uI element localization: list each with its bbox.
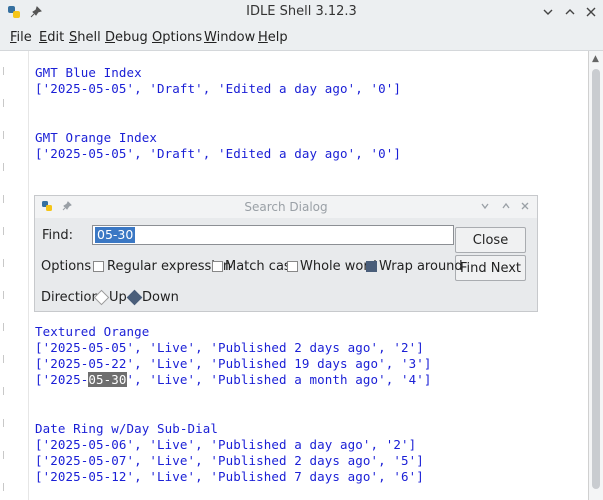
line-suffix: ', 'Live', 'Published a month ago', '4'] xyxy=(126,372,432,387)
direction-down-radio[interactable] xyxy=(126,289,143,306)
whole-word-checkbox[interactable] xyxy=(287,261,298,272)
menu-debug[interactable]: Debug xyxy=(105,30,148,45)
wrap-around-label[interactable]: Wrap around xyxy=(379,259,463,274)
direction-down-label[interactable]: Down xyxy=(142,290,179,305)
wrap-around-checkbox[interactable] xyxy=(366,261,377,272)
search-highlight: 05-30 xyxy=(88,372,127,387)
find-label: Find: xyxy=(42,228,74,243)
output-line: ['2025-05-05', 'Live', 'Published 2 days… xyxy=(35,340,424,355)
menu-bar: File Edit Shell Debug Options Window Hel… xyxy=(0,24,603,51)
output-line: ['2025-05-05', 'Draft', 'Edited a day ag… xyxy=(35,146,402,161)
match-case-checkbox[interactable] xyxy=(212,261,223,272)
line-prefix: ['2025- xyxy=(35,372,89,387)
options-label: Options xyxy=(41,259,92,274)
scroll-up-icon[interactable]: ▲ xyxy=(592,54,599,64)
find-input-value: 05-30 xyxy=(95,227,136,243)
output-line: ['2025-05-07', 'Live', 'Published 2 days… xyxy=(35,453,424,468)
dialog-title-bar: Search Dialog xyxy=(35,196,537,218)
menu-options[interactable]: Options xyxy=(152,30,202,45)
search-dialog: Search Dialog Find: 05-30 Close Find Nex… xyxy=(34,195,538,312)
menu-window[interactable]: Window xyxy=(204,30,255,45)
menu-help[interactable]: Help xyxy=(258,30,288,45)
find-next-button[interactable]: Find Next xyxy=(455,255,526,281)
output-line: ['2025-05-22', 'Live', 'Published 19 day… xyxy=(35,356,432,371)
vertical-scrollbar[interactable]: ▲ xyxy=(588,51,603,500)
maximize-icon[interactable] xyxy=(561,3,579,21)
output-line: GMT Blue Index xyxy=(35,65,142,80)
output-line: Date Ring w/Day Sub-Dial xyxy=(35,421,219,436)
output-line: Textured Orange xyxy=(35,324,150,339)
minimize-icon[interactable] xyxy=(477,198,493,214)
title-bar: IDLE Shell 3.12.3 xyxy=(0,0,603,24)
output-line: ['2025-05-05', 'Draft', 'Edited a day ag… xyxy=(35,81,402,96)
scrollbar-thumb[interactable] xyxy=(592,69,600,489)
maximize-icon[interactable] xyxy=(498,198,514,214)
minimize-icon[interactable] xyxy=(539,3,557,21)
direction-label: Direction xyxy=(41,290,100,305)
regex-checkbox[interactable] xyxy=(93,261,104,272)
close-icon[interactable] xyxy=(517,198,533,214)
menu-shell[interactable]: Shell xyxy=(69,30,101,45)
close-icon[interactable] xyxy=(582,3,600,21)
dialog-title: Search Dialog xyxy=(244,200,328,214)
window-title: IDLE Shell 3.12.3 xyxy=(246,4,357,19)
direction-up-label[interactable]: Up xyxy=(109,290,127,305)
close-button[interactable]: Close xyxy=(455,227,526,253)
output-line: ['2025-05-06', 'Live', 'Published a day … xyxy=(35,437,417,452)
output-line: ['2025-05-30', 'Live', 'Published a mont… xyxy=(35,372,432,387)
line-gutter xyxy=(0,51,29,500)
find-input[interactable]: 05-30 xyxy=(92,225,454,245)
menu-file[interactable]: File xyxy=(10,30,32,45)
menu-edit[interactable]: Edit xyxy=(39,30,64,45)
output-line: ['2025-05-12', 'Live', 'Published 7 days… xyxy=(35,469,424,484)
output-line: GMT Orange Index xyxy=(35,130,158,145)
